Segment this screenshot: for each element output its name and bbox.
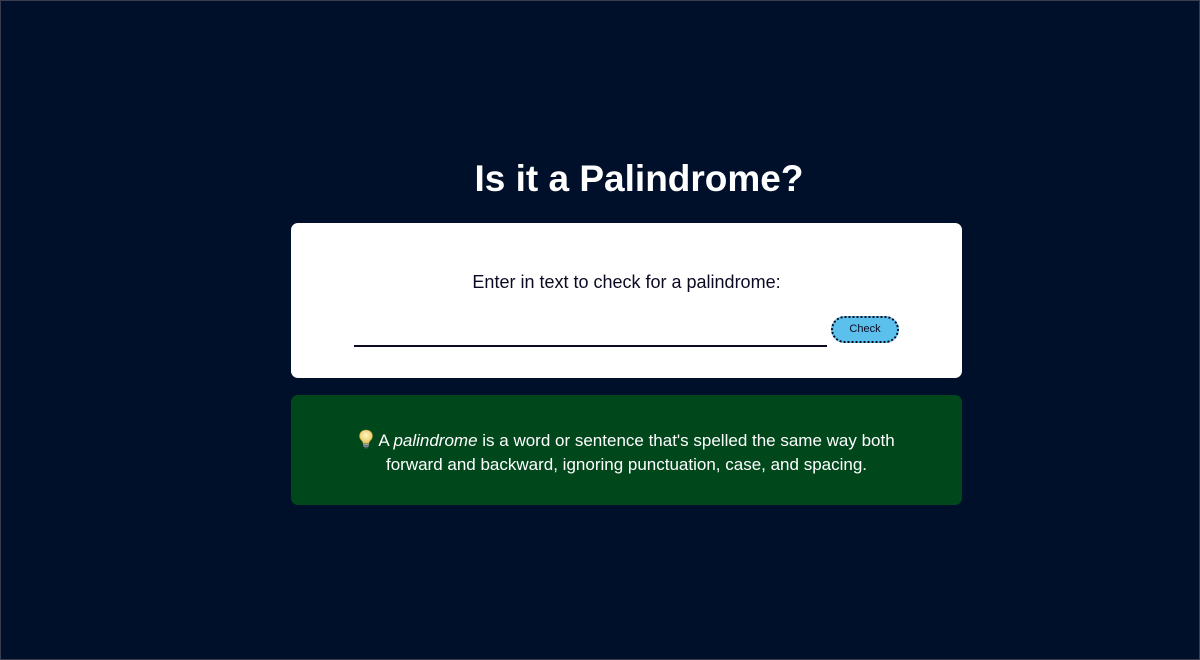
definition-emphasis: palindrome: [393, 431, 478, 450]
text-input[interactable]: [354, 321, 827, 347]
check-button[interactable]: Check: [831, 316, 899, 343]
palindrome-definition: A palindrome is a word or sentence that'…: [331, 429, 922, 477]
info-card: A palindrome is a word or sentence that'…: [291, 395, 962, 505]
input-label: Enter in text to check for a palindrome:: [472, 272, 781, 292]
lightbulb-icon: [358, 429, 374, 449]
page-title: Is it a Palindrome?: [474, 158, 804, 199]
input-card: Enter in text to check for a palindrome:…: [291, 223, 962, 378]
definition-text-before: A: [378, 431, 394, 450]
